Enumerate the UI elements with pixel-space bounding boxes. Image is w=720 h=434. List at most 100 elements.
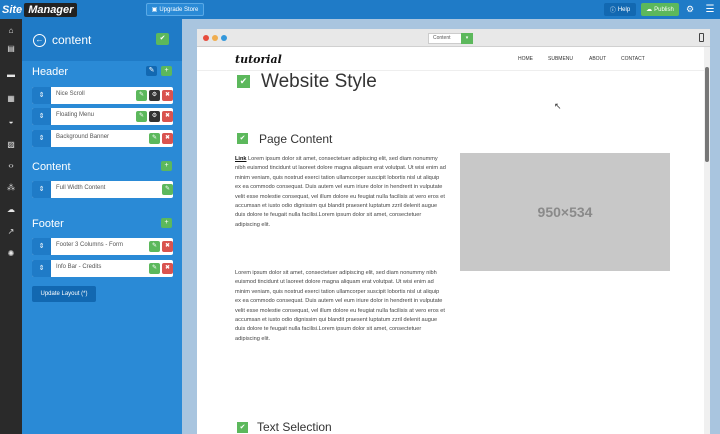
logo-site: Site — [2, 3, 23, 16]
scrollbar-thumb[interactable] — [705, 67, 709, 162]
delete-icon[interactable]: ✖ — [162, 263, 173, 274]
delete-icon[interactable]: ✖ — [162, 241, 173, 252]
paragraph[interactable]: Link Lorem ipsum dolor sit amet, consect… — [235, 155, 446, 230]
panel-header: ← content ✔ — [22, 19, 182, 61]
folder-icon[interactable]: ▬ — [0, 68, 22, 82]
footer-add-button[interactable]: + — [161, 218, 172, 228]
pages-icon[interactable]: ▤ — [0, 42, 22, 56]
back-icon[interactable]: ← — [33, 34, 46, 47]
layout-item-label: Footer 3 Columns - Form — [56, 242, 124, 248]
gear-icon[interactable]: ⚙ — [684, 3, 696, 16]
section-heading[interactable]: Text Selection — [257, 420, 332, 434]
logo-manager: Manager — [24, 2, 78, 17]
layout-item[interactable]: ⇕ Background Banner ✎ ✖ — [32, 130, 173, 147]
nav-item-contact[interactable]: CONTACT — [621, 56, 645, 62]
info-icon: ⓘ — [609, 8, 616, 14]
maximize-dot-icon — [221, 35, 227, 41]
chevron-down-icon[interactable]: ▾ — [461, 33, 473, 44]
section-heading[interactable]: Page Content — [259, 132, 332, 146]
layout-item[interactable]: ⇕ Footer 3 Columns - Form ✎ ✖ — [32, 238, 173, 255]
theme-icon[interactable]: ◒ — [0, 115, 22, 129]
delete-icon[interactable]: ✖ — [162, 111, 173, 122]
preview-scrollbar[interactable] — [704, 47, 710, 434]
content-add-button[interactable]: + — [161, 161, 172, 171]
nav-item-about[interactable]: ABOUT — [589, 56, 606, 62]
drag-handle-icon[interactable]: ⇕ — [32, 260, 51, 277]
edit-icon[interactable]: ✎ — [162, 184, 173, 195]
drag-handle-icon[interactable]: ⇕ — [32, 181, 51, 198]
panel-title: content — [52, 33, 92, 47]
external-icon[interactable]: ↗ — [0, 225, 22, 239]
minimize-dot-icon — [212, 35, 218, 41]
paragraph-link[interactable]: Link — [235, 156, 247, 162]
publish-button[interactable]: ☁ Publish — [641, 3, 679, 16]
delete-icon[interactable]: ✖ — [162, 133, 173, 144]
cloud-upload-icon: ☁ — [646, 7, 653, 13]
edit-icon[interactable]: ✎ — [149, 263, 160, 274]
help-label: Help — [617, 6, 631, 13]
upgrade-store-button[interactable]: ▣ Upgrade Store — [146, 3, 204, 16]
icon-rail: ⌂ ▤ ▬ ▦ ◒ ▨ ‹› ⁂ ☁ ↗ ✺ — [0, 19, 22, 434]
confirm-button[interactable]: ✔ — [156, 33, 169, 45]
cloud-icon[interactable]: ☁ — [0, 203, 22, 217]
delete-icon[interactable]: ✖ — [162, 90, 173, 101]
layout-item[interactable]: ⇕ Nice Scroll ✎ ⚙ ✖ — [32, 87, 173, 104]
site-nav: tutorial HOME SUBMENU ABOUT CONTACT — [197, 47, 704, 71]
help-button[interactable]: ⓘ Help — [604, 3, 636, 16]
layout-item[interactable]: ⇕ Floating Menu ✎ ⚙ ✖ — [32, 108, 173, 125]
layout-item-label: Info Bar - Credits — [56, 264, 102, 270]
settings-icon[interactable]: ⚙ — [149, 111, 160, 122]
publish-label: Publish — [654, 6, 674, 13]
edit-icon[interactable]: ✎ — [149, 241, 160, 252]
layout-item[interactable]: ⇕ Full Width Content ✎ — [32, 181, 173, 198]
close-dot-icon — [203, 35, 209, 41]
image-icon[interactable]: ▨ — [0, 138, 22, 152]
layout-item[interactable]: ⇕ Info Bar - Credits ✎ ✖ — [32, 260, 173, 277]
drag-handle-icon[interactable]: ⇕ — [32, 130, 51, 147]
browser-preview: Content ▾ tutorial HOME SUBMENU ABOUT CO… — [197, 29, 710, 434]
logo[interactable]: Site Manager — [2, 2, 78, 17]
layout-item-label: Nice Scroll — [56, 91, 85, 97]
layout-panel: ← content ✔ Header ✎ + ⇕ Nice Scroll ✎ ⚙… — [22, 19, 182, 434]
section-header-label: Header — [32, 66, 69, 78]
top-bar: Site Manager ▣ Upgrade Store ⓘ Help ☁ Pu… — [0, 0, 720, 19]
nav-item-home[interactable]: HOME — [518, 56, 533, 62]
layout-item-label: Full Width Content — [56, 185, 106, 191]
paragraph[interactable]: Lorem ipsum dolor sit amet, consectetuer… — [235, 269, 446, 344]
grid-icon[interactable]: ▦ — [0, 92, 22, 106]
upgrade-store-label: Upgrade Store — [159, 6, 199, 13]
settings-icon[interactable]: ⚙ — [149, 90, 160, 101]
image-placeholder[interactable]: 950×534 — [460, 153, 670, 271]
drag-handle-icon[interactable]: ⇕ — [32, 108, 51, 125]
app-root: Site Manager ▣ Upgrade Store ⓘ Help ☁ Pu… — [0, 0, 720, 434]
check-icon[interactable]: ✔ — [237, 422, 248, 433]
layout-item-label: Background Banner — [56, 134, 110, 140]
section-footer-label: Footer — [32, 218, 64, 230]
home-icon[interactable]: ⌂ — [0, 24, 22, 38]
menu-icon[interactable]: ☰ — [703, 3, 717, 16]
mobile-view-icon[interactable] — [699, 33, 704, 42]
check-icon[interactable]: ✔ — [237, 133, 248, 144]
mouse-cursor-icon: ↖ — [554, 101, 562, 111]
settings-icon[interactable]: ✺ — [0, 247, 22, 261]
browser-chrome: Content ▾ — [197, 29, 710, 47]
check-icon[interactable]: ✔ — [237, 75, 250, 88]
drag-handle-icon[interactable]: ⇕ — [32, 87, 51, 104]
edit-icon[interactable]: ✎ — [136, 90, 147, 101]
share-icon[interactable]: ⁂ — [0, 181, 22, 195]
store-icon: ▣ — [151, 7, 158, 13]
edit-icon[interactable]: ✎ — [149, 133, 160, 144]
edit-icon[interactable]: ✎ — [136, 111, 147, 122]
section-content-label: Content — [32, 161, 71, 173]
header-edit-button[interactable]: ✎ — [146, 66, 157, 76]
code-icon[interactable]: ‹› — [0, 159, 22, 173]
layout-item-label: Floating Menu — [56, 112, 95, 118]
header-add-button[interactable]: + — [161, 66, 172, 76]
drag-handle-icon[interactable]: ⇕ — [32, 238, 51, 255]
paragraph-text: Lorem ipsum dolor sit amet, consectetuer… — [235, 270, 445, 342]
site-brand[interactable]: tutorial — [235, 53, 282, 66]
nav-item-submenu[interactable]: SUBMENU — [548, 56, 573, 62]
update-layout-button[interactable]: Update Layout (*) — [32, 286, 96, 302]
page-heading[interactable]: Website Style — [261, 71, 377, 93]
paragraph-text: Lorem ipsum dolor sit amet, consectetuer… — [235, 156, 446, 228]
